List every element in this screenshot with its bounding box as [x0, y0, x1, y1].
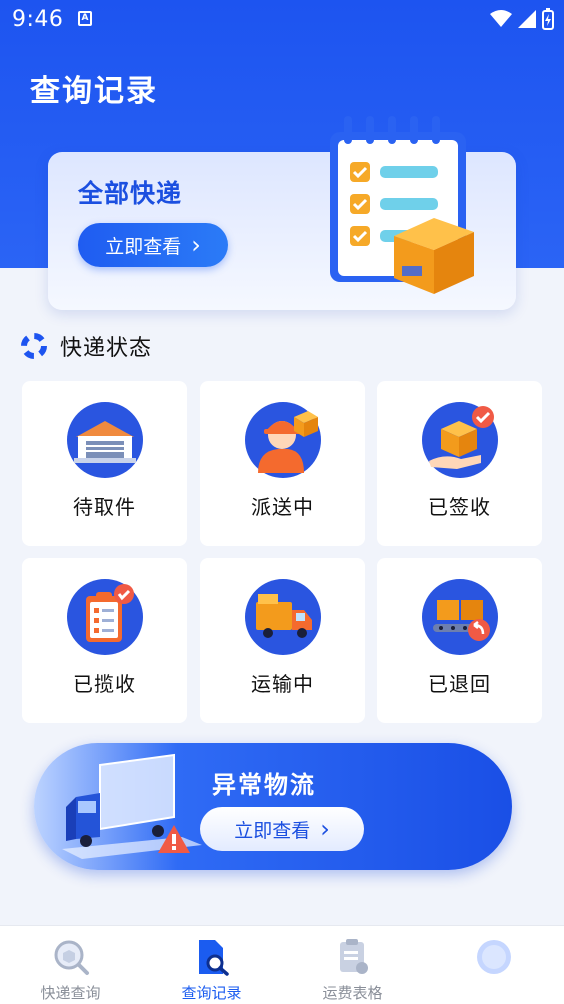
abnormal-logistics-title: 异常物流	[212, 771, 316, 799]
express-status-title: 快递状态	[60, 336, 153, 361]
status-card-returned[interactable]: 已退回	[377, 558, 542, 723]
page-title: 查询记录	[30, 74, 158, 109]
notification-icon: A	[78, 11, 92, 26]
view-all-express-label: 立即查看	[105, 235, 182, 258]
status-card-in-transit[interactable]: 运输中	[200, 558, 365, 723]
status-label: 待取件	[73, 495, 136, 519]
battery-icon	[542, 8, 554, 30]
freight-document-icon	[340, 939, 368, 974]
nav-label: 运费表格	[322, 984, 383, 1002]
status-icons	[490, 8, 554, 30]
status-label: 已签收	[428, 495, 491, 519]
nav-item-profile[interactable]	[423, 926, 564, 1004]
warehouse-icon	[67, 402, 143, 478]
checklist-icon	[67, 579, 143, 655]
return-package-icon	[422, 579, 498, 655]
wifi-icon	[490, 10, 512, 27]
abnormal-logistics-card[interactable]: 异常物流 立即查看 ›	[34, 743, 512, 870]
status-time: 9:46	[12, 7, 64, 32]
nav-item-freight-table[interactable]: 运费表格	[282, 926, 423, 1004]
nav-item-query-records[interactable]: 查询记录	[141, 926, 282, 1004]
courier-icon	[245, 402, 321, 478]
signed-package-icon	[422, 402, 498, 478]
view-abnormal-label: 立即查看	[234, 819, 311, 842]
truck-warning-illustration	[62, 753, 202, 859]
avatar-icon	[477, 940, 511, 974]
package-search-icon	[54, 940, 89, 975]
truck-icon	[245, 579, 321, 655]
nav-label: 查询记录	[181, 984, 242, 1002]
chevron-right-icon: ›	[320, 815, 330, 843]
status-card-pending-pickup[interactable]: 待取件	[22, 381, 187, 546]
status-label: 已退回	[428, 672, 491, 696]
signal-icon	[518, 10, 536, 28]
status-card-signed[interactable]: 已签收	[377, 381, 542, 546]
nav-label: 快递查询	[40, 984, 101, 1002]
clipboard-package-illustration	[330, 116, 474, 294]
chevron-right-icon: ›	[191, 231, 201, 259]
view-abnormal-button[interactable]: 立即查看 ›	[200, 807, 364, 851]
status-label: 已揽收	[73, 672, 136, 696]
view-all-express-button[interactable]: 立即查看 ›	[78, 223, 228, 267]
lifebuoy-icon	[21, 333, 47, 359]
bottom-nav: 快递查询 查询记录 运费表格	[0, 925, 564, 1004]
status-label: 派送中	[251, 495, 314, 519]
status-card-collected[interactable]: 已揽收	[22, 558, 187, 723]
status-card-delivering[interactable]: 派送中	[200, 381, 365, 546]
express-status-header: 快递状态	[20, 330, 152, 362]
nav-item-express-query[interactable]: 快递查询	[0, 926, 141, 1004]
status-label: 运输中	[251, 672, 314, 696]
document-search-icon	[199, 940, 229, 976]
all-express-title: 全部快递	[78, 179, 183, 208]
status-bar: 9:46 A	[0, 0, 564, 38]
